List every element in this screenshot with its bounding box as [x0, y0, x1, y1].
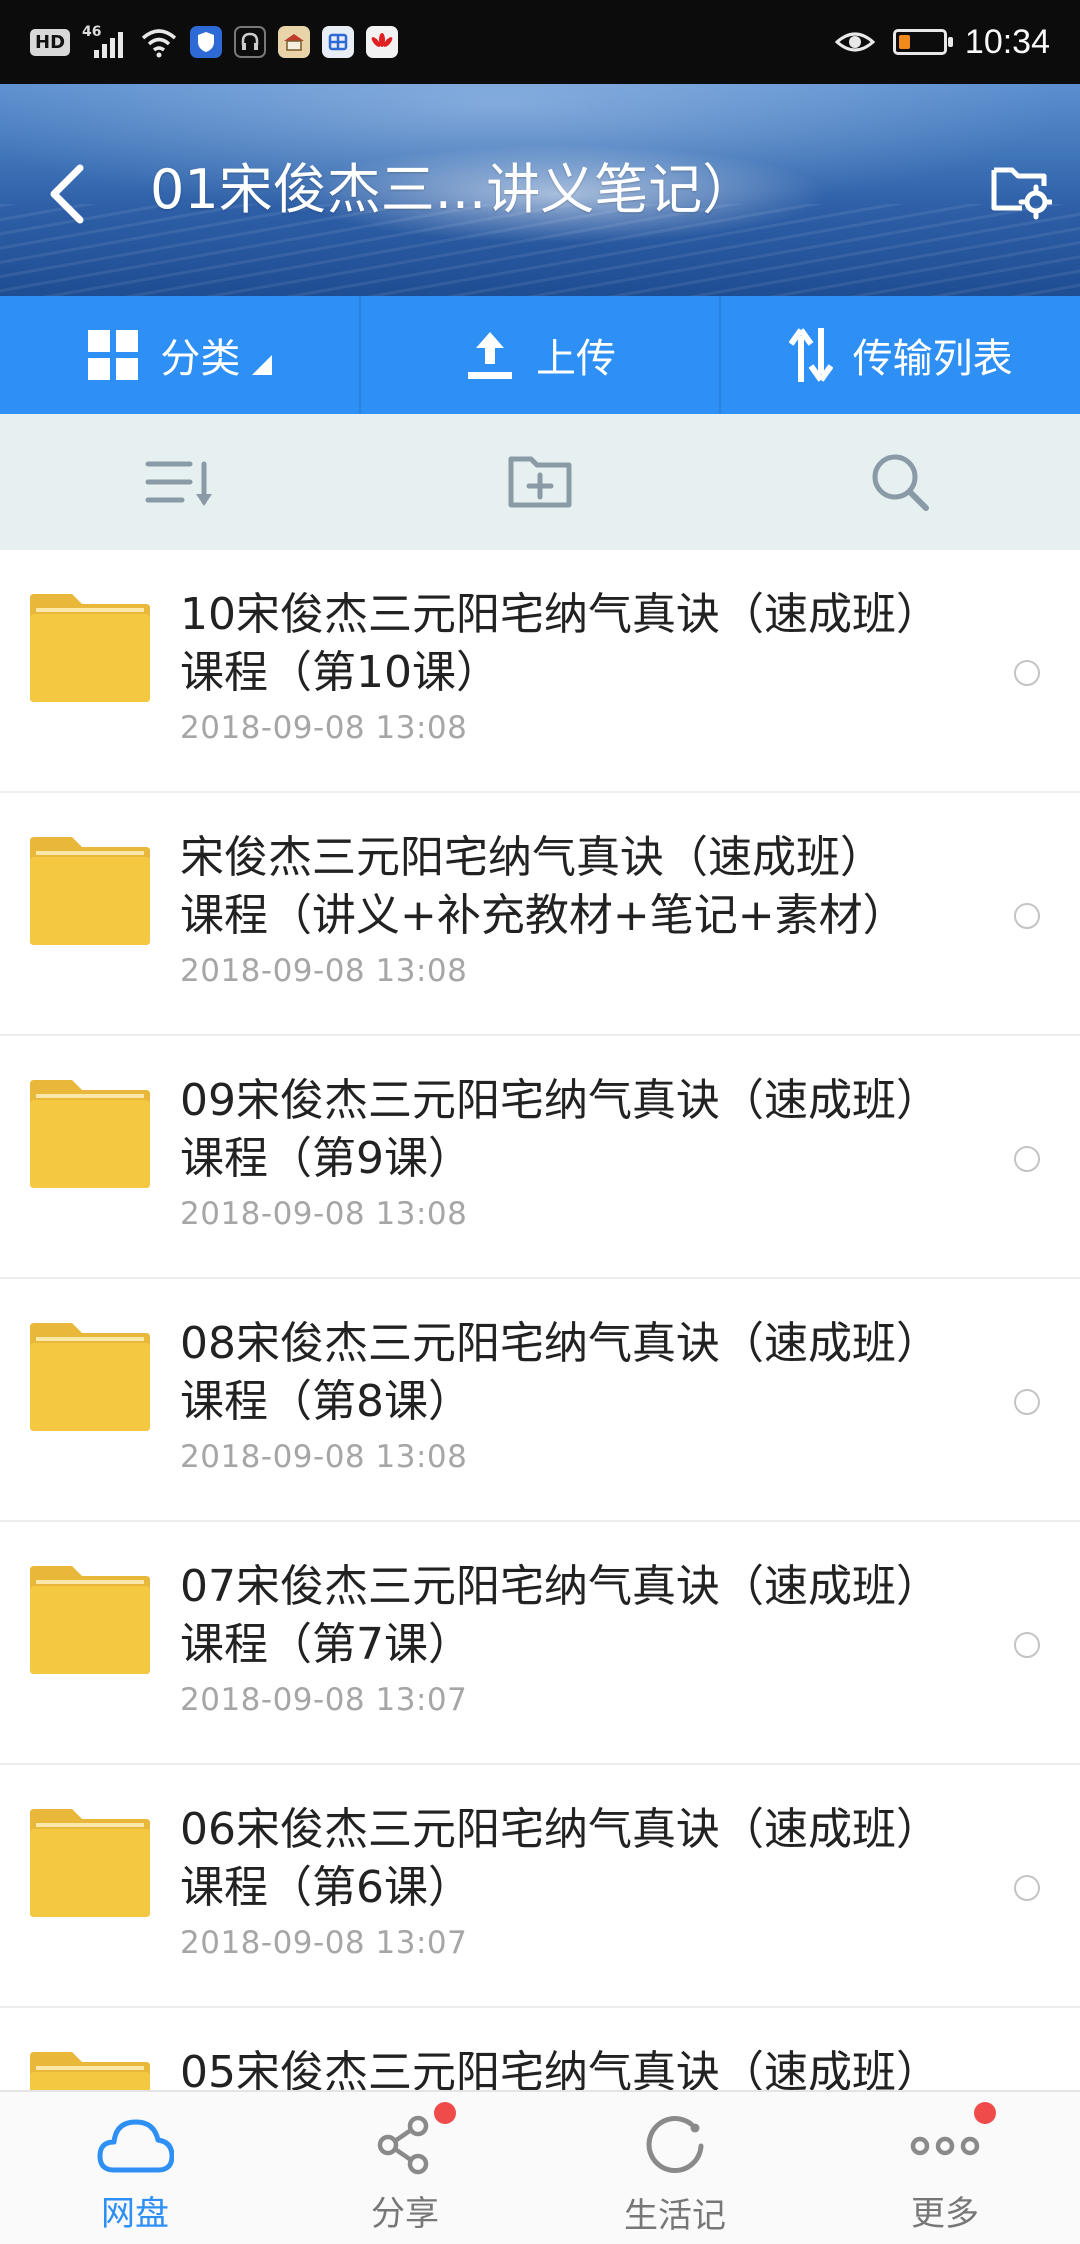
folder-icon — [30, 1080, 150, 1188]
folder-icon — [30, 1809, 150, 1917]
file-name: 08宋俊杰三元阳宅纳气真诀（速成班）课程（第8课） — [180, 1318, 918, 1427]
file-name: 07宋俊杰三元阳宅纳气真诀（速成班）课程（第7课） — [180, 1561, 918, 1670]
file-date: 2018-09-08 13:07 — [180, 1925, 468, 1961]
nav-life[interactable]: 生活记 — [540, 2092, 810, 2244]
eye-comfort-icon — [834, 32, 875, 52]
more-badge — [974, 2102, 996, 2124]
bottom-nav: 网盘 分享 生活记 更多 — [0, 2090, 1080, 2244]
category-button[interactable]: 分类 — [0, 296, 361, 414]
folder-icon — [30, 2052, 150, 2090]
header-banner: 01宋俊杰三...讲义笔记） — [0, 84, 1080, 296]
status-bar: HD 46 10:34 — [0, 0, 1080, 84]
upload-label: 上传 — [536, 336, 616, 382]
shield-app-icon — [190, 26, 223, 58]
folder-settings-icon[interactable] — [988, 156, 1052, 220]
nav-share-label: 分享 — [371, 2194, 439, 2234]
file-name: 06宋俊杰三元阳宅纳气真诀（速成班）课程（第6课） — [180, 1804, 918, 1913]
folder-icon — [30, 594, 150, 702]
list-item[interactable]: 07宋俊杰三元阳宅纳气真诀（速成班）课程（第7课） 2018-09-08 13:… — [0, 1522, 1080, 1765]
upload-button[interactable]: 上传 — [361, 296, 722, 414]
file-name: 宋俊杰三元阳宅纳气真诀（速成班）课程（讲义+补充教材+笔记+素材） — [180, 832, 907, 941]
wifi-icon — [141, 29, 177, 58]
status-right: 10:34 — [834, 18, 1050, 66]
status-time: 10:34 — [964, 22, 1050, 61]
nav-disk[interactable]: 网盘 — [0, 2092, 270, 2244]
list-item[interactable]: 06宋俊杰三元阳宅纳气真诀（速成班）课程（第6课） 2018-09-08 13:… — [0, 1765, 1080, 2008]
transfer-list-button[interactable]: 传输列表 — [721, 296, 1080, 414]
select-checkbox[interactable] — [1014, 903, 1040, 929]
nav-more[interactable]: 更多 — [810, 2092, 1080, 2244]
select-checkbox[interactable] — [1014, 1389, 1040, 1415]
action-row — [0, 414, 1080, 550]
file-date: 2018-09-08 13:07 — [180, 1682, 468, 1718]
share-badge — [434, 2102, 456, 2124]
folder-icon — [30, 1323, 150, 1431]
file-date: 2018-09-08 13:08 — [180, 1439, 468, 1475]
dropdown-triangle-icon — [252, 355, 273, 375]
category-label: 分类 — [160, 336, 241, 382]
nav-share[interactable]: 分享 — [270, 2092, 540, 2244]
new-folder-icon — [508, 456, 572, 508]
list-item[interactable]: 05宋俊杰三元阳宅纳气真诀（速成班）课程（第5课） — [0, 2008, 1080, 2090]
sort-button[interactable] — [0, 414, 360, 550]
upload-icon — [468, 332, 512, 379]
school-app-icon — [278, 26, 311, 58]
select-checkbox[interactable] — [1014, 1875, 1040, 1901]
more-dots-icon — [910, 2136, 980, 2156]
status-left: HD 46 — [30, 20, 399, 64]
back-icon[interactable] — [40, 154, 100, 234]
list-item[interactable]: 09宋俊杰三元阳宅纳气真诀（速成班）课程（第9课） 2018-09-08 13:… — [0, 1036, 1080, 1279]
list-item[interactable]: 宋俊杰三元阳宅纳气真诀（速成班）课程（讲义+补充教材+笔记+素材） 2018-0… — [0, 793, 1080, 1036]
nav-disk-label: 网盘 — [101, 2194, 169, 2234]
folder-icon — [30, 837, 150, 945]
select-checkbox[interactable] — [1014, 660, 1040, 686]
transfer-label: 传输列表 — [852, 336, 1013, 382]
file-date: 2018-09-08 13:08 — [180, 953, 468, 989]
file-name: 10宋俊杰三元阳宅纳气真诀（速成班）课程（第10课） — [180, 589, 918, 698]
cloud-icon — [97, 2119, 174, 2173]
headset-app-icon — [234, 26, 267, 58]
search-button[interactable] — [720, 414, 1080, 550]
page-title: 01宋俊杰三...讲义笔记） — [150, 158, 757, 221]
chat-app-icon — [322, 26, 355, 58]
folder-icon — [30, 1566, 150, 1674]
list-item[interactable]: 10宋俊杰三元阳宅纳气真诀（速成班）课程（第10课） 2018-09-08 13… — [0, 550, 1080, 793]
battery-icon — [892, 29, 953, 55]
nav-life-label: 生活记 — [624, 2196, 726, 2236]
huawei-app-icon — [366, 26, 399, 58]
file-name: 09宋俊杰三元阳宅纳气真诀（速成班）课程（第9课） — [180, 1075, 918, 1184]
life-record-icon — [646, 2116, 704, 2173]
grid-icon — [88, 330, 139, 380]
search-icon — [872, 454, 929, 511]
main-toolbar: 分类 上传 传输列表 — [0, 296, 1080, 414]
transfer-arrows-icon — [788, 328, 833, 382]
list-item[interactable]: 08宋俊杰三元阳宅纳气真诀（速成班）课程（第8课） 2018-09-08 13:… — [0, 1279, 1080, 1522]
file-date: 2018-09-08 13:08 — [180, 710, 468, 746]
nav-more-label: 更多 — [911, 2194, 979, 2234]
sort-icon — [145, 461, 212, 506]
cellular-signal-icon: 46 — [82, 24, 128, 60]
select-checkbox[interactable] — [1014, 1632, 1040, 1658]
share-icon — [377, 2115, 429, 2175]
file-date: 2018-09-08 13:08 — [180, 1196, 468, 1232]
file-name: 05宋俊杰三元阳宅纳气真诀（速成班）课程（第5课） — [180, 2047, 918, 2090]
file-list: 10宋俊杰三元阳宅纳气真诀（速成班）课程（第10课） 2018-09-08 13… — [0, 550, 1080, 2090]
hd-badge: HD — [30, 28, 71, 56]
select-checkbox[interactable] — [1014, 1146, 1040, 1172]
app-screen: HD 46 10:34 01宋俊杰三...讲义笔记） 分类 上传 传输列表 10… — [0, 0, 1080, 2244]
new-folder-button[interactable] — [360, 414, 720, 550]
